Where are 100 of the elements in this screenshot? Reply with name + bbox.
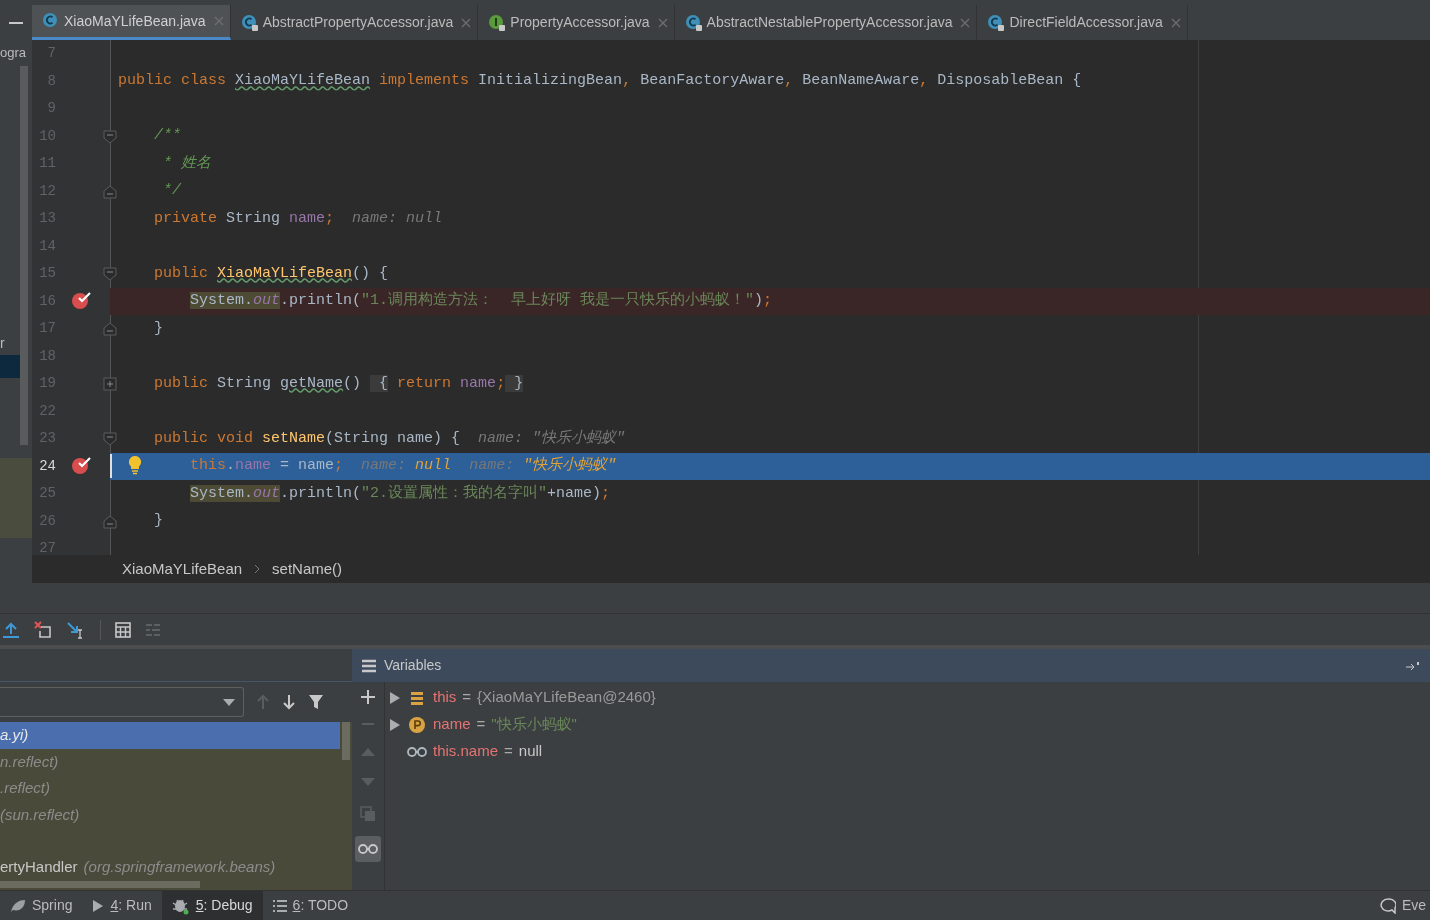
- tab-label: XiaoMaYLifeBean.java: [64, 11, 206, 31]
- variable-value: null: [518, 741, 543, 762]
- interface-icon: [488, 13, 507, 32]
- tool-window-button[interactable]: 6: TODO: [262, 891, 359, 920]
- line-number: 24: [38, 456, 56, 476]
- arrow-down-icon[interactable]: [282, 694, 296, 710]
- drop-frame-icon[interactable]: [34, 620, 52, 639]
- class-icon: [987, 13, 1006, 32]
- frame-method: ertyHandler: [0, 857, 78, 877]
- code-line: private String name; name: null: [154, 208, 443, 229]
- equals-sign: =: [462, 687, 472, 708]
- plus-icon[interactable]: [361, 690, 375, 704]
- copy-icon[interactable]: [360, 806, 376, 822]
- list-icon: [362, 658, 376, 673]
- code-line: public class XiaoMaYLifeBean implements InitializingBean, BeanFactoryAware, BeanNameAware, DisposableBean {: [118, 71, 1082, 91]
- frame-package: a.yi): [0, 725, 29, 745]
- pin-icon[interactable]: [1406, 660, 1420, 671]
- variable-row[interactable]: name = "快乐小蚂蚁": [389, 711, 1430, 738]
- tool-window-label: 5: Debug: [195, 896, 253, 915]
- class-icon: [240, 13, 259, 32]
- expand-arrow-icon[interactable]: [390, 718, 400, 731]
- code-line: System.out.println("1.调用构造方法： 早上好呀 我是一只快乐的小蚂蚁！");: [190, 290, 773, 311]
- frame-item[interactable]: a.yi): [0, 722, 340, 749]
- tool-window-label: Spring: [32, 896, 73, 915]
- close-icon[interactable]: [657, 17, 668, 28]
- watches-toggle[interactable]: [355, 836, 381, 862]
- code-line: }: [154, 511, 164, 531]
- tree-item[interactable]: r: [0, 333, 5, 354]
- caret-icon: [223, 698, 235, 706]
- class-icon: [684, 13, 703, 32]
- tool-window-label: 6: TODO: [292, 896, 349, 915]
- breadcrumb[interactable]: XiaoMaYLifeBean: [122, 557, 243, 581]
- code-line: public String getName() { return name; }: [154, 373, 524, 394]
- expand-arrow-icon[interactable]: [390, 691, 400, 704]
- variable-name: name: [433, 714, 471, 735]
- tool-window-button[interactable]: Spring: [0, 891, 83, 920]
- field-icon: [408, 715, 426, 734]
- tab-label: PropertyAccessor.java: [510, 13, 650, 32]
- variable-value: "快乐小蚂蚁": [491, 714, 577, 735]
- fold-icon[interactable]: [103, 514, 117, 529]
- frame-package: (org.springframework.beans): [83, 857, 276, 877]
- selection-band: [0, 355, 20, 378]
- lightbulb-icon[interactable]: [127, 454, 143, 475]
- tool-window-label: 4: Run: [110, 896, 152, 915]
- file-tab[interactable]: XiaoMaYLifeBean.java: [32, 5, 231, 40]
- calculator-icon[interactable]: [115, 621, 131, 638]
- fold-icon[interactable]: [103, 184, 117, 199]
- frame-item[interactable]: ertyHandler (org.springframework.beans): [0, 854, 340, 881]
- variable-row[interactable]: this = {XiaoMaYLifeBean@2460}: [389, 684, 1430, 711]
- variable-name: this: [433, 687, 457, 708]
- tool-window-button[interactable]: 4: Run: [82, 891, 162, 920]
- fold-icon[interactable]: [103, 129, 117, 144]
- class-icon: [42, 12, 60, 30]
- triangle-down-icon[interactable]: [361, 778, 375, 786]
- fold-icon[interactable]: [103, 432, 117, 446]
- breakpoint-icon[interactable]: [71, 455, 93, 476]
- fold-icon[interactable]: [103, 322, 117, 336]
- tab-label: AbstractNestablePropertyAccessor.java: [706, 13, 953, 32]
- scrollbar[interactable]: [0, 881, 200, 888]
- variable-value: {XiaoMaYLifeBean@2460}: [477, 687, 656, 708]
- leaf-icon: [10, 898, 26, 913]
- tab-label: DirectFieldAccessor.java: [1009, 13, 1163, 32]
- thread-dropdown[interactable]: [0, 687, 244, 717]
- frame-package: .reflect): [0, 778, 50, 798]
- code-line: }: [154, 318, 164, 339]
- step-out-icon[interactable]: [2, 620, 20, 639]
- close-icon[interactable]: [213, 16, 224, 26]
- tab-label: AbstractPropertyAccessor.java: [262, 13, 454, 32]
- code-line: */: [163, 181, 182, 201]
- code-line: public XiaoMaYLifeBean() {: [154, 263, 389, 284]
- arrow-up-icon[interactable]: [256, 694, 270, 710]
- code-line: public void setName(String name) { name: "快乐小蚂蚁": [154, 428, 626, 449]
- variable-row[interactable]: this.name = null: [389, 738, 1430, 765]
- glasses-icon: [407, 745, 427, 758]
- event-log-label[interactable]: Eve: [1401, 895, 1426, 916]
- close-icon[interactable]: [1170, 17, 1181, 28]
- frame-package: n.reflect): [0, 751, 59, 772]
- scrollbar[interactable]: [20, 66, 28, 445]
- code-line: * 姓名: [163, 153, 212, 174]
- tool-window-button[interactable]: 5: Debug: [161, 891, 263, 920]
- expand-icon[interactable]: [103, 377, 117, 391]
- list-icon: [272, 899, 287, 912]
- scrollbar[interactable]: [342, 722, 350, 760]
- frame-package: (sun.reflect): [0, 804, 80, 825]
- panel-title: Variables: [384, 656, 442, 675]
- triangle-up-icon[interactable]: [361, 748, 375, 756]
- variable-name: this.name: [433, 741, 499, 762]
- code-line: System.out.println("2.设置属性：我的名字叫"+name);: [190, 483, 611, 504]
- fold-icon[interactable]: [103, 267, 117, 281]
- close-icon[interactable]: [960, 17, 971, 28]
- equals-sign: =: [504, 741, 513, 762]
- trace-icon[interactable]: [145, 622, 161, 637]
- chevron-icon: [254, 564, 261, 574]
- breakpoint-icon[interactable]: [71, 290, 93, 311]
- breadcrumb[interactable]: setName(): [272, 557, 343, 581]
- speech-bubble-icon[interactable]: [1379, 897, 1396, 914]
- filter-icon[interactable]: [308, 694, 324, 710]
- equals-sign: =: [476, 714, 486, 735]
- glasses-icon: [358, 843, 378, 855]
- close-icon[interactable]: [461, 17, 472, 28]
